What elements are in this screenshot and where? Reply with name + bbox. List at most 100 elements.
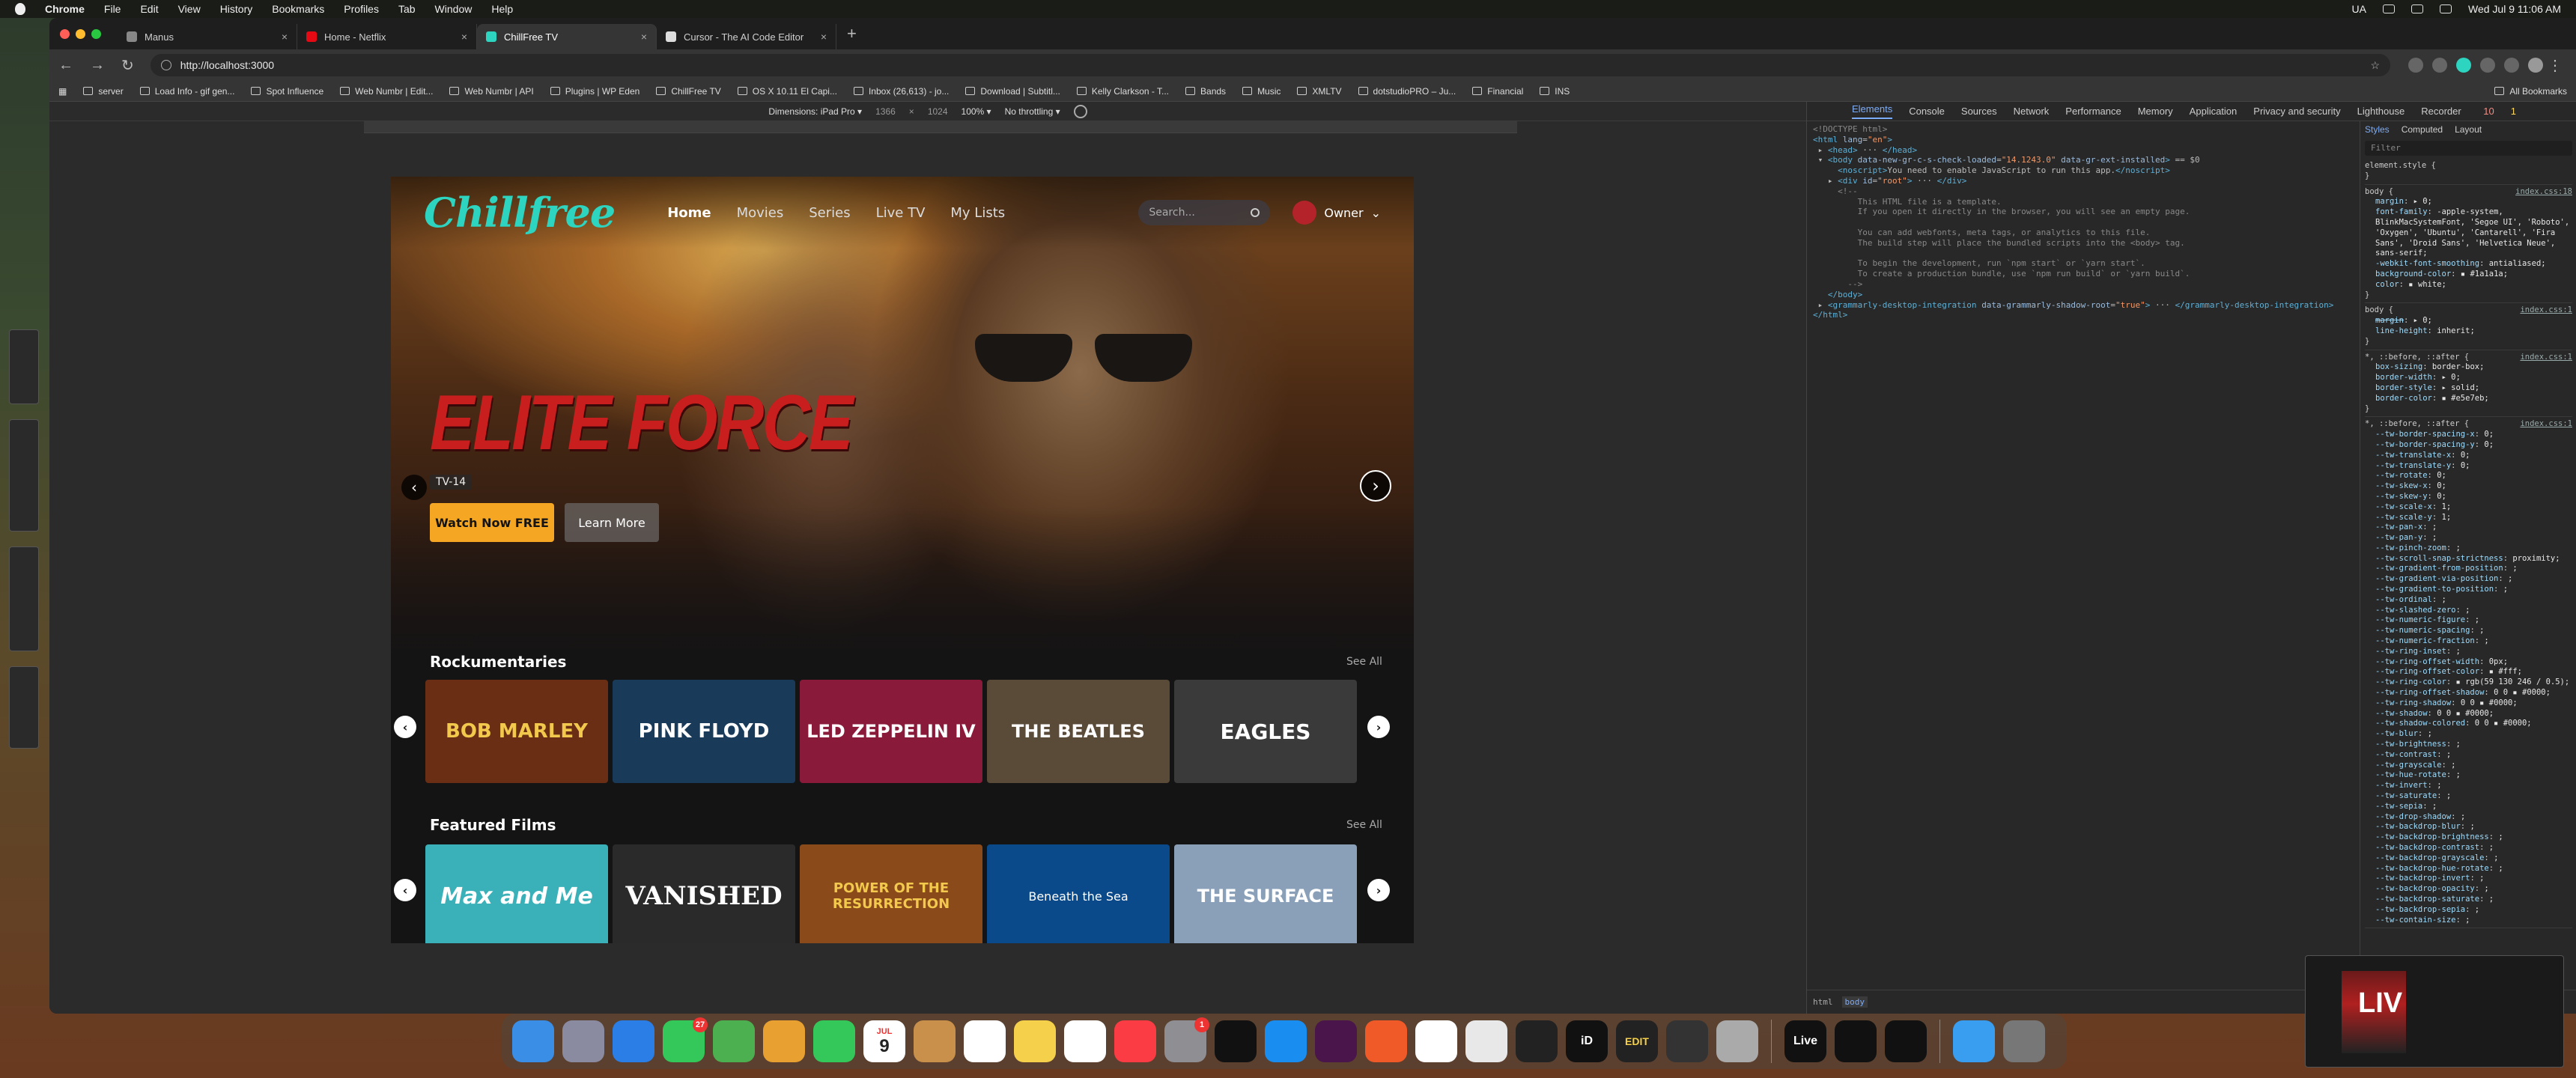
tab-console[interactable]: Console	[1909, 106, 1945, 117]
all-bookmarks[interactable]: All Bookmarks	[2494, 86, 2567, 97]
bookmark-item[interactable]: dotstudioPRO – Ju...	[1358, 86, 1456, 97]
poster-vanished[interactable]: VANISHED	[613, 844, 795, 943]
apple-icon[interactable]	[15, 3, 25, 15]
tab-sources[interactable]: Sources	[1961, 106, 1997, 117]
poster-the-beatles[interactable]: THE BEATLES	[987, 680, 1170, 783]
extension-icon[interactable]	[2432, 58, 2447, 73]
menu-edit[interactable]: Edit	[140, 3, 158, 15]
style-rule[interactable]: *, ::before, ::after {index.css:1 box-si…	[2365, 350, 2572, 418]
wifi-icon[interactable]	[2411, 4, 2423, 13]
tab-application[interactable]: Application	[2190, 106, 2238, 117]
nav-series[interactable]: Series	[809, 205, 850, 221]
menu-history[interactable]: History	[220, 3, 253, 15]
contacts-icon[interactable]	[914, 1020, 956, 1062]
chevron-down-icon[interactable]: ⌄	[1371, 206, 1381, 220]
see-all-link[interactable]: See All	[1346, 656, 1382, 668]
menubar-clock[interactable]: Wed Jul 9 11:06 AM	[2468, 3, 2561, 15]
user-menu[interactable]: Owner ⌄	[1292, 201, 1381, 225]
learn-more-button[interactable]: Learn More	[565, 503, 659, 542]
close-tab-icon[interactable]: ×	[282, 31, 288, 43]
device-width-input[interactable]: 1366	[875, 106, 896, 117]
menu-file[interactable]: File	[104, 3, 121, 15]
id-app-icon[interactable]: iD	[1566, 1020, 1608, 1062]
menu-view[interactable]: View	[178, 3, 201, 15]
poster-pink-floyd[interactable]: PINK FLOYD	[613, 680, 795, 783]
poster-eagles[interactable]: EAGLES	[1174, 680, 1357, 783]
crumb-html[interactable]: html	[1813, 997, 1833, 1007]
tab-computed[interactable]: Computed	[2402, 124, 2443, 135]
notes-icon[interactable]	[1014, 1020, 1056, 1062]
tab-elements[interactable]: Elements	[1852, 103, 1893, 119]
clock-utility-icon[interactable]	[1666, 1020, 1708, 1062]
bookmark-item[interactable]: INS	[1540, 86, 1570, 97]
search-icon[interactable]	[1251, 208, 1260, 217]
style-rule[interactable]: body {index.css:18 margin: ▸ 0; font-fami…	[2365, 185, 2572, 304]
bookmark-item[interactable]: Web Numbr | API	[449, 86, 534, 97]
profile-avatar[interactable]	[2528, 58, 2543, 73]
hero-next-arrow-icon[interactable]: ›	[1360, 470, 1391, 502]
capcut-icon[interactable]	[1835, 1020, 1877, 1062]
close-tab-icon[interactable]: ×	[641, 31, 647, 43]
ableton-live-icon[interactable]: Live	[1784, 1020, 1826, 1062]
menu-profiles[interactable]: Profiles	[344, 3, 379, 15]
dom-tree[interactable]: <!DOCTYPE html> <html lang="en"> ▸ <head…	[1807, 121, 2360, 990]
zoom-window-button[interactable]	[91, 28, 101, 39]
close-tab-icon[interactable]: ×	[821, 31, 827, 43]
style-rule[interactable]: *, ::before, ::after {index.css:1 --tw-b…	[2365, 417, 2572, 929]
bookmark-item[interactable]: ChillFree TV	[656, 86, 721, 97]
avatar[interactable]	[1292, 201, 1317, 225]
menu-app[interactable]: Chrome	[45, 3, 85, 15]
sidepanel-icon[interactable]	[2504, 58, 2519, 73]
poster-the-surface[interactable]: THE SURFACE	[1174, 844, 1357, 943]
photos-icon[interactable]	[763, 1020, 805, 1062]
row-prev-arrow-icon[interactable]: ‹	[394, 716, 416, 738]
tab-manus[interactable]: Manus ×	[118, 24, 297, 49]
bookmark-item[interactable]: Inbox (26,613) - jo...	[853, 86, 949, 97]
maps-icon[interactable]	[713, 1020, 755, 1062]
apps-grid-icon[interactable]: ▦	[58, 86, 67, 97]
battery-icon[interactable]	[2383, 4, 2395, 13]
forward-icon[interactable]: →	[90, 57, 105, 74]
error-count[interactable]: 10	[2483, 106, 2494, 117]
bookmark-item[interactable]: Load Info - gif gen...	[139, 86, 234, 97]
close-tab-icon[interactable]: ×	[461, 31, 467, 43]
tab-netflix[interactable]: Home - Netflix ×	[297, 24, 477, 49]
window-thumbnail[interactable]	[9, 419, 39, 532]
chillfree-logo[interactable]: Chillfree	[424, 189, 616, 237]
menu-window[interactable]: Window	[435, 3, 473, 15]
menu-help[interactable]: Help	[491, 3, 513, 15]
tab-chillfree[interactable]: ChillFree TV ×	[477, 24, 657, 49]
address-bar[interactable]: http://localhost:3000 ☆	[150, 54, 2390, 76]
finder-icon[interactable]	[512, 1020, 554, 1062]
tab-cursor[interactable]: Cursor - The AI Code Editor ×	[657, 24, 836, 49]
downloads-folder-icon[interactable]	[1953, 1020, 1995, 1062]
hero-prev-arrow-icon[interactable]: ‹	[401, 475, 427, 500]
facetime-icon[interactable]	[813, 1020, 855, 1062]
disk-utility-icon[interactable]	[1716, 1020, 1758, 1062]
new-tab-icon[interactable]: +	[847, 24, 857, 43]
music-icon[interactable]	[1114, 1020, 1156, 1062]
poster-max-and-me[interactable]: Max and Me	[425, 844, 608, 943]
warning-count[interactable]: 1	[2511, 106, 2516, 117]
row-next-arrow-icon[interactable]: ›	[1367, 879, 1390, 901]
styles-filter-input[interactable]: Filter	[2365, 141, 2572, 156]
bookmark-item[interactable]: OS X 10.11 El Capi...	[737, 86, 837, 97]
edit-app-icon[interactable]: EDIT	[1616, 1020, 1658, 1062]
poster-bob-marley[interactable]: BOB MARLEY	[425, 680, 608, 783]
row-next-arrow-icon[interactable]: ›	[1367, 716, 1390, 738]
bookmark-item[interactable]: Download | Subtitl...	[965, 86, 1060, 97]
see-all-link[interactable]: See All	[1346, 819, 1382, 831]
trash-icon[interactable]	[2003, 1020, 2045, 1062]
tab-memory[interactable]: Memory	[2138, 106, 2173, 117]
throttling-select[interactable]: No throttling ▾	[1005, 106, 1060, 117]
window-thumbnail[interactable]	[9, 329, 39, 404]
menu-tab[interactable]: Tab	[398, 3, 416, 15]
bookmark-item[interactable]: server	[83, 86, 124, 97]
tab-recorder[interactable]: Recorder	[2421, 106, 2461, 117]
minimize-window-button[interactable]	[76, 28, 85, 39]
bookmark-item[interactable]: Spot Influence	[251, 86, 323, 97]
extension-icon[interactable]	[2456, 58, 2471, 73]
watch-now-button[interactable]: Watch Now FREE	[430, 503, 554, 542]
bookmark-item[interactable]: Bands	[1185, 86, 1226, 97]
slack-icon[interactable]	[1315, 1020, 1357, 1062]
